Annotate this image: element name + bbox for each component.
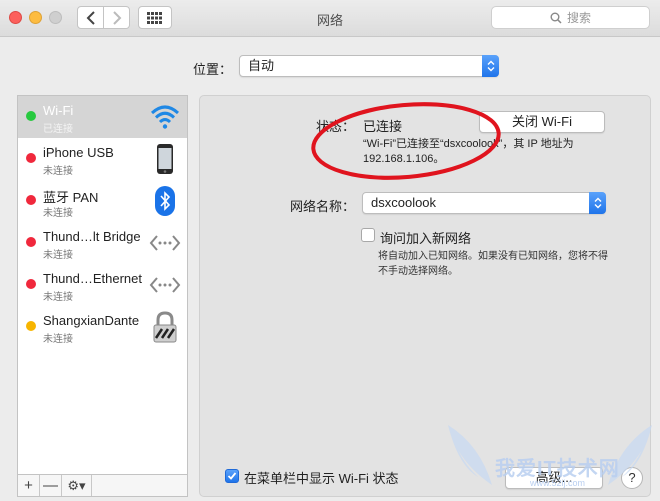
- service-name: Thund…lt Bridge: [43, 229, 141, 244]
- sidebar-toolbar: + — ⚙▾: [17, 475, 188, 497]
- service-status: 已连接: [43, 124, 73, 135]
- search-icon: [550, 12, 562, 24]
- watermark-url: www.52ij.com: [530, 478, 586, 488]
- status-dot: [26, 321, 36, 331]
- service-status: 未连接: [43, 250, 73, 261]
- service-item-iphone-usb[interactable]: iPhone USB 未连接: [18, 138, 187, 180]
- status-dot: [26, 111, 36, 121]
- service-status: 未连接: [43, 166, 73, 177]
- wifi-icon: [149, 101, 181, 133]
- show-menubar-label: 在菜单栏中显示 Wi-Fi 状态: [244, 471, 399, 486]
- search-placeholder: 搜索: [566, 11, 591, 25]
- thunderbolt-ethernet-icon: [149, 269, 181, 301]
- service-item-wifi[interactable]: Wi-Fi 已连接: [18, 96, 187, 138]
- annotation-ellipse: [311, 102, 501, 180]
- service-name: ShangxianDante: [43, 313, 140, 328]
- lock-icon: [149, 311, 181, 343]
- status-dot: [26, 237, 36, 247]
- status-dot: [26, 279, 36, 289]
- ask-join-checkbox[interactable]: [361, 228, 375, 242]
- location-label: 位置：: [193, 62, 233, 77]
- search-input[interactable]: 搜索: [491, 6, 650, 29]
- title-bar: 网络 搜索: [0, 0, 660, 37]
- service-item-bluetooth-pan[interactable]: 蓝牙 PAN 未连接: [18, 180, 187, 222]
- service-list: Wi-Fi 已连接 iPhone USB 未连接 蓝牙 PAN 未连接 Thun…: [17, 95, 188, 475]
- updown-arrows-icon: [482, 55, 499, 77]
- service-name: iPhone USB: [43, 145, 114, 160]
- status-dot: [26, 153, 36, 163]
- network-name-value: dsxcoolook: [371, 195, 437, 210]
- service-name: Wi-Fi: [43, 103, 74, 118]
- service-item-thunderbolt-ethernet[interactable]: Thund…Ethernet 未连接: [18, 264, 187, 306]
- show-menubar-checkbox[interactable]: [225, 469, 239, 483]
- status-dot: [26, 195, 36, 205]
- watermark-text: 我爱IT技术网: [495, 458, 620, 480]
- location-select[interactable]: 自动: [239, 55, 499, 77]
- add-service-button[interactable]: +: [18, 475, 40, 496]
- service-item-thunderbolt-bridge[interactable]: Thund…lt Bridge 未连接: [18, 222, 187, 264]
- network-name-select[interactable]: dsxcoolook: [362, 192, 606, 214]
- ask-join-label: 询问加入新网络: [380, 231, 472, 246]
- gear-icon: ⚙▾: [67, 477, 86, 493]
- network-name-label: 网络名称：: [290, 199, 356, 214]
- remove-service-button[interactable]: —: [40, 475, 62, 496]
- action-menu-button[interactable]: ⚙▾: [62, 475, 92, 496]
- bluetooth-icon: [149, 185, 181, 217]
- ask-join-note: 将自动加入已知网络。如果没有已知网络，您将不得不手动选择网络。: [378, 251, 608, 277]
- thunderbolt-bridge-icon: [149, 227, 181, 259]
- iphone-icon: [149, 143, 181, 175]
- service-status: 未连接: [43, 292, 73, 303]
- service-item-shangxiandante[interactable]: ShangxianDante 未连接: [18, 306, 187, 348]
- service-status: 未连接: [43, 208, 73, 219]
- service-status: 未连接: [43, 334, 73, 345]
- service-name: Thund…Ethernet: [43, 271, 143, 286]
- checkmark-icon: [227, 472, 237, 480]
- location-value: 自动: [248, 58, 275, 73]
- updown-arrows-icon: [589, 192, 606, 214]
